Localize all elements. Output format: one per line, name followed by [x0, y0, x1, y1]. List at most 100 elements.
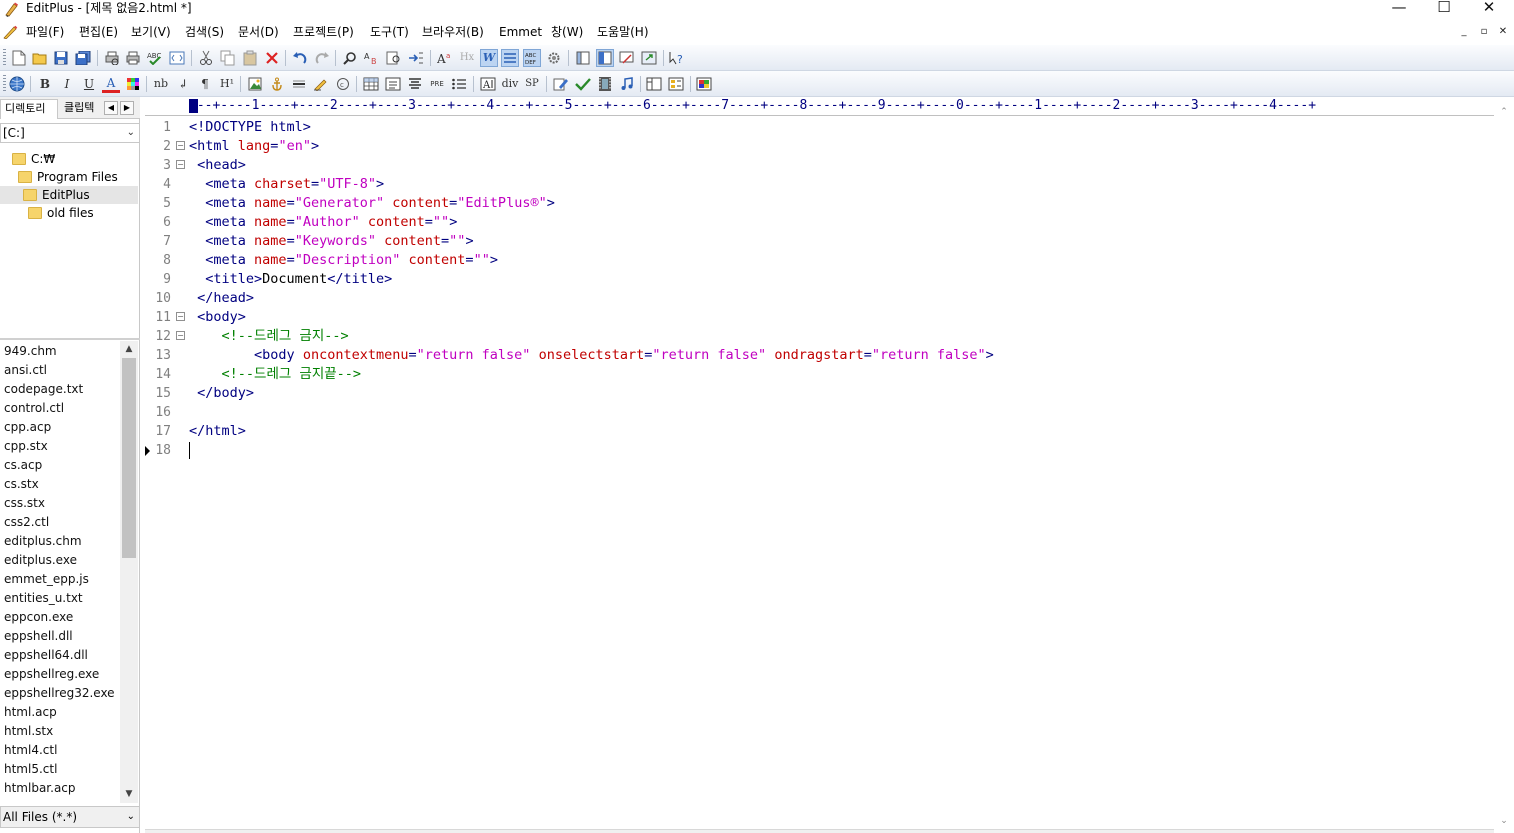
file-list-item[interactable]: editplus.chm	[4, 532, 82, 551]
mdi-close-button[interactable]: ✕	[1496, 26, 1510, 39]
minimize-button[interactable]: —	[1376, 0, 1422, 19]
code-line[interactable]: <title>Document</title>	[189, 270, 392, 289]
code-line[interactable]: <meta name="Author" content="">	[189, 213, 457, 232]
replace-icon[interactable]: AB	[363, 49, 381, 67]
file-filter-select[interactable]: All Files (*.*) ⌄	[0, 806, 140, 828]
heading-button[interactable]: H¹	[218, 75, 236, 93]
code-line[interactable]: </head>	[189, 289, 254, 308]
globe-browser-icon[interactable]	[8, 75, 26, 93]
spell-check-icon[interactable]: ABC	[146, 49, 164, 67]
help-icon[interactable]: ?	[668, 49, 686, 67]
file-list-item[interactable]: entities_u.txt	[4, 589, 83, 608]
copyright-entity-icon[interactable]: c	[334, 75, 352, 93]
file-list-item[interactable]: html.stx	[4, 722, 53, 741]
file-list-item[interactable]: html5.ctl	[4, 760, 57, 779]
open-folder-icon[interactable]	[31, 49, 49, 67]
form-edit-icon[interactable]	[312, 75, 330, 93]
frame-icon[interactable]	[645, 75, 663, 93]
underline-button[interactable]: U	[80, 75, 98, 93]
nbsp-button[interactable]: nb	[152, 75, 170, 93]
scroll-up-icon[interactable]: ▲	[120, 341, 138, 358]
paragraph-button[interactable]: ¶	[196, 75, 214, 93]
file-list-item[interactable]: codepage.txt	[4, 380, 83, 399]
media-film-icon[interactable]	[596, 75, 614, 93]
tab-scroll-right-button[interactable]: ▶	[120, 101, 134, 115]
file-list-item[interactable]: html.acp	[4, 703, 57, 722]
code-line[interactable]: <meta name="Keywords" content="">	[189, 232, 473, 251]
find-icon[interactable]	[341, 49, 359, 67]
menu-project[interactable]: 프로젝트(P)	[293, 24, 354, 40]
file-list-item[interactable]: eppcon.exe	[4, 608, 73, 627]
file-list-item[interactable]: cpp.stx	[4, 437, 48, 456]
delete-icon[interactable]	[263, 49, 281, 67]
file-list-item[interactable]: eppshellreg32.exe	[4, 684, 115, 703]
fold-toggle-body[interactable]: −	[176, 312, 185, 321]
scrollbar-thumb[interactable]	[122, 358, 136, 558]
menu-view[interactable]: 보기(V)	[131, 24, 171, 40]
file-list-item[interactable]: html4.ctl	[4, 741, 57, 760]
table-wizard-icon[interactable]	[384, 75, 402, 93]
tree-item-c-drive[interactable]: C:₩	[0, 150, 138, 168]
code-line[interactable]: <meta name="Description" content="">	[189, 251, 498, 270]
fold-toggle-comment[interactable]: −	[176, 331, 185, 340]
music-note-icon[interactable]	[618, 75, 636, 93]
file-list-item[interactable]: cs.stx	[4, 475, 39, 494]
settings-gear-icon[interactable]	[545, 49, 563, 67]
tree-item-editplus[interactable]: EditPlus	[0, 186, 138, 204]
file-list-scrollbar[interactable]: ▲ ▼	[120, 341, 138, 803]
editor-vertical-scrollbar[interactable]: ⌃ ⌄	[1494, 97, 1514, 830]
goto-line-icon[interactable]	[407, 49, 425, 67]
file-list-item[interactable]: css.stx	[4, 494, 45, 513]
tab-cliptext[interactable]: 클립텍	[60, 99, 102, 119]
file-list-item[interactable]: 949.chm	[4, 342, 57, 361]
code-line[interactable]: <head>	[189, 156, 246, 175]
menu-file[interactable]: 파일(F)	[26, 24, 64, 40]
code-line[interactable]: </html>	[189, 422, 246, 441]
bold-button[interactable]: B	[36, 75, 54, 93]
code-line[interactable]: <!--드레그 금지-->	[189, 327, 349, 346]
span-button[interactable]: SP	[523, 75, 541, 93]
line-number-icon[interactable]	[501, 49, 519, 67]
preview-browser-icon[interactable]	[168, 49, 186, 67]
output-window-icon[interactable]	[618, 49, 636, 67]
menu-tools[interactable]: 도구(T)	[370, 24, 409, 40]
font-color-button[interactable]: A	[102, 75, 120, 93]
code-line[interactable]: <body>	[189, 308, 246, 327]
maximize-button[interactable]: ☐	[1421, 0, 1467, 19]
cut-icon[interactable]	[197, 49, 215, 67]
color-grid-icon[interactable]	[124, 75, 142, 93]
toolbar-grip[interactable]	[3, 49, 6, 67]
file-list-item[interactable]: control.ctl	[4, 399, 64, 418]
save-all-icon[interactable]	[74, 49, 92, 67]
file-list-item[interactable]: eppshell.dll	[4, 627, 73, 646]
tab-directory[interactable]: 디렉토리	[0, 99, 58, 119]
menu-help[interactable]: 도움말(H)	[597, 24, 649, 40]
table-icon[interactable]	[362, 75, 380, 93]
file-list-item[interactable]: eppshellreg.exe	[4, 665, 99, 684]
scroll-up-icon[interactable]: ⌃	[1497, 105, 1511, 119]
div-button[interactable]: div	[501, 75, 519, 93]
mdi-minimize-button[interactable]: _	[1457, 26, 1471, 39]
undo-icon[interactable]	[291, 49, 309, 67]
code-line[interactable]: <!DOCTYPE html>	[189, 118, 311, 137]
close-button[interactable]: ✕	[1466, 0, 1512, 19]
word-wrap-icon[interactable]: W	[480, 49, 498, 67]
html-validate-check-icon[interactable]	[574, 75, 592, 93]
file-list-item[interactable]: cs.acp	[4, 456, 42, 475]
pre-button[interactable]: PRE	[428, 75, 446, 93]
code-line[interactable]: <html lang="en">	[189, 137, 319, 156]
menu-browser[interactable]: 브라우저(B)	[422, 24, 484, 40]
edit-pencil-icon[interactable]	[552, 75, 570, 93]
text-field-icon[interactable]: A	[479, 75, 497, 93]
font-size-icon[interactable]: Aa	[436, 49, 454, 67]
editor-horizontal-scrollbar[interactable]	[145, 829, 1494, 833]
center-align-icon[interactable]	[406, 75, 424, 93]
italic-button[interactable]: I	[58, 75, 76, 93]
drive-select[interactable]: [C:] ⌄	[0, 123, 140, 143]
horizontal-rule-icon[interactable]	[290, 75, 308, 93]
find-in-files-icon[interactable]	[385, 49, 403, 67]
anchor-icon[interactable]	[268, 75, 286, 93]
tree-item-program-files[interactable]: Program Files	[0, 168, 138, 186]
toggle-cliptext-icon[interactable]	[596, 49, 614, 67]
color-chart-icon[interactable]	[695, 75, 713, 93]
